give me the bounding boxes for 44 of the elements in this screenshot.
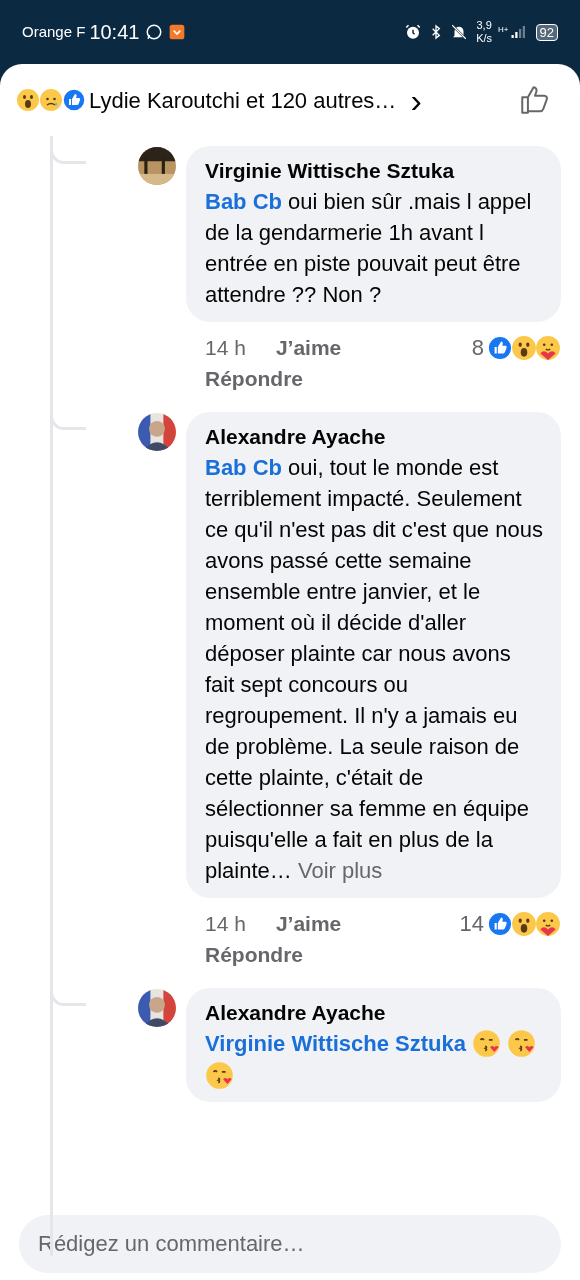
comment-text: Bab Cb oui, tout le monde est terriblement impacté. Seulement ce qu'il n'est pas dit c'est que nous avons passé cette semaine ensemble entre janvier, et le moment où il décide d'aller déposer plainte car nous avons fait sept concours ou regroupement. Il n'y a jamais eu de problème. La seule raison de cette plainte, c'était de sélectionner sa femme en équipe puisqu'elle a fait en plus de la plainte… Voir plus: [205, 454, 544, 885]
avatar: [138, 413, 176, 451]
like-reaction-icon: [62, 88, 86, 112]
comment-time: 14 h: [205, 911, 246, 937]
reaction-count: 8: [471, 334, 484, 362]
kiss-emoji-icon: [205, 1061, 234, 1090]
wow-reaction-icon: [511, 334, 537, 361]
like-link[interactable]: J’aime: [275, 908, 342, 939]
like-reaction-icon: [487, 334, 513, 361]
see-more-link[interactable]: Voir plus: [297, 858, 383, 883]
kiss-emoji-icon: [472, 1029, 501, 1058]
avatar: [138, 989, 176, 1027]
speed-value: 3,9: [476, 19, 492, 32]
signal-icon: [509, 23, 528, 41]
like-link[interactable]: J’aime: [275, 332, 342, 363]
mention-link[interactable]: Bab Cb: [205, 189, 282, 214]
comment-author[interactable]: Alexandre Ayache: [205, 998, 545, 1028]
carrier-name: Orange F: [22, 21, 86, 42]
alarm-icon: [404, 23, 423, 41]
reply-link[interactable]: Répondre: [205, 363, 303, 394]
chat-bubble-icon: [145, 23, 164, 41]
sad-reaction-icon: [39, 88, 63, 112]
wow-reaction-icon: [511, 910, 537, 937]
muted-bell-icon: [450, 23, 469, 41]
kiss-emoji-icon: [507, 1029, 536, 1058]
comment-author[interactable]: Virginie Wittische Sztuka: [205, 156, 545, 186]
reactions-summary[interactable]: Lydie Karoutchi et 120 autres…: [89, 83, 397, 117]
battery-indicator: 92: [535, 23, 558, 41]
like-reaction-icon: [487, 910, 513, 937]
reply-link[interactable]: Répondre: [205, 939, 303, 970]
mention-link[interactable]: Virginie Wittische Sztuka: [205, 1028, 466, 1059]
comment-text: Bab Cb oui bien sûr .mais l appel de la gendarmerie 1h avant l entrée en piste pouvait peut être attendre ?? Non ?: [205, 188, 533, 309]
comment-author[interactable]: Alexandre Ayache: [205, 422, 545, 452]
mention-link[interactable]: Bab Cb: [205, 455, 282, 480]
network-type: H+: [498, 24, 509, 36]
reaction-count: 14: [459, 910, 484, 938]
clock-time: 10:41: [89, 20, 140, 45]
comment-time: 14 h: [205, 335, 246, 361]
speed-unit: K/s: [476, 32, 493, 45]
chevron-icon[interactable]: ›: [410, 85, 422, 115]
avatar: [138, 147, 176, 185]
care-reaction-icon: [535, 334, 561, 361]
wow-reaction-icon: [16, 88, 40, 112]
care-reaction-icon: [535, 910, 561, 937]
